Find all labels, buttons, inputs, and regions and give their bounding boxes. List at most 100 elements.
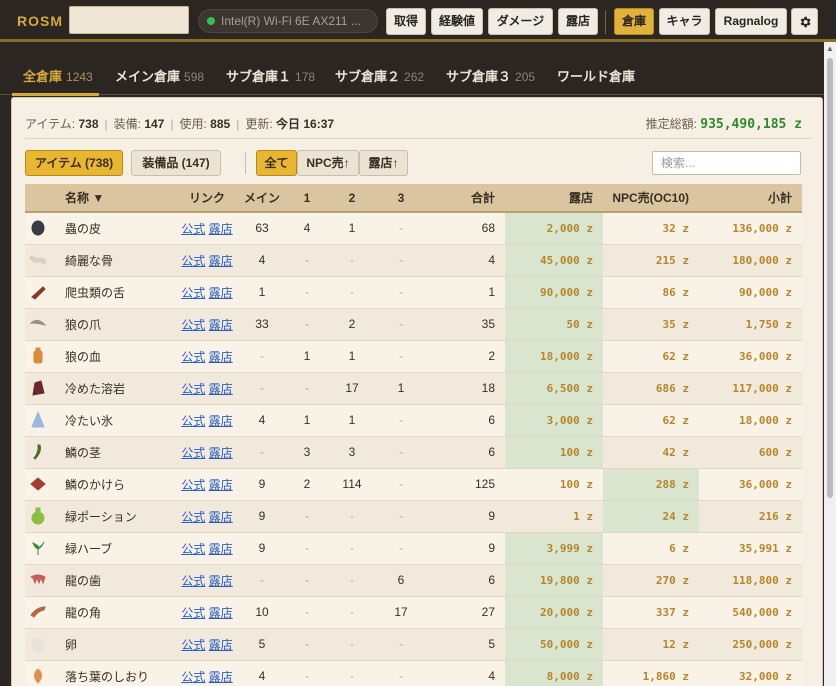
sub1-qty: - — [287, 596, 327, 629]
table-row[interactable]: 龍の角 公式 露店 10- -17 27 20,000 z 337 z 540,000 z — [25, 596, 802, 629]
filter-items-button[interactable]: アイテム (738) — [25, 150, 123, 176]
shop-link[interactable]: 露店 — [209, 382, 233, 396]
tab-sub-storage-2[interactable]: サブ倉庫２ 262 — [335, 66, 424, 85]
table-row[interactable]: 冷めた溶岩 公式 露店 - -17 1 18 6,500 z 686 z 117,000 z — [25, 372, 802, 405]
total-qty: 1 — [425, 276, 505, 309]
equip-count: 147 — [144, 117, 165, 131]
official-link[interactable]: 公式 — [181, 286, 205, 300]
table-row[interactable]: 綺麗な骨 公式 露店 4- - -4 45,000 z 215 z 180,000 z — [25, 244, 802, 277]
tab-all-storage[interactable]: 全倉庫 1243 — [23, 66, 93, 85]
toolbar-shop-button[interactable]: 露店 — [558, 8, 598, 35]
shop-link[interactable]: 露店 — [209, 350, 233, 364]
tab-sub-storage-1[interactable]: サブ倉庫１ 178 — [226, 66, 315, 85]
shop-price: 90,000 z — [505, 276, 603, 309]
shop-link[interactable]: 露店 — [209, 574, 233, 588]
npc-price: 215 z — [603, 244, 699, 277]
settings-button[interactable] — [791, 8, 818, 35]
table-row[interactable]: 爬虫類の舌 公式 露店 1- - -1 90,000 z 86 z 90,000 z — [25, 276, 802, 309]
tab-main-storage[interactable]: メイン倉庫 598 — [115, 66, 204, 85]
header-sub1[interactable]: 1 — [287, 184, 327, 213]
official-link[interactable]: 公式 — [181, 670, 205, 684]
official-link[interactable]: 公式 — [181, 318, 205, 332]
official-link[interactable]: 公式 — [181, 478, 205, 492]
shop-price: 50 z — [505, 308, 603, 341]
network-status[interactable]: Intel(R) Wi-Fi 6E AX211 ... — [198, 9, 378, 33]
official-link[interactable]: 公式 — [181, 350, 205, 364]
shop-link[interactable]: 露店 — [209, 638, 233, 652]
table-row[interactable]: 緑ハーブ 公式 露店 9- - -9 3,999 z6 z 35,991 z — [25, 532, 802, 565]
subtotal: 1,750 z — [699, 308, 802, 341]
shop-link[interactable]: 露店 — [209, 446, 233, 460]
table-row[interactable]: 狼の爪 公式 露店 33-2-35 50 z 35 z 1,750 z — [25, 308, 802, 341]
official-link[interactable]: 公式 — [181, 382, 205, 396]
header-sub2[interactable]: 2 — [327, 184, 377, 213]
official-link[interactable]: 公式 — [181, 606, 205, 620]
scrollbar[interactable]: ▲ — [824, 42, 836, 686]
official-link[interactable]: 公式 — [181, 446, 205, 460]
shop-link[interactable]: 露店 — [209, 670, 233, 684]
official-link[interactable]: 公式 — [181, 222, 205, 236]
shop-link[interactable]: 露店 — [209, 606, 233, 620]
sub3-qty: - — [377, 404, 425, 437]
toolbar-damage-button[interactable]: ダメージ — [488, 8, 553, 35]
toolbar-get-button[interactable]: 取得 — [386, 8, 426, 35]
official-link[interactable]: 公式 — [181, 574, 205, 588]
total-qty: 68 — [425, 212, 505, 245]
sort-npc-button[interactable]: NPC売↑ — [297, 150, 359, 176]
main-qty: 9 — [237, 532, 287, 565]
header-main[interactable]: メイン — [237, 184, 287, 213]
header-total[interactable]: 合計 — [425, 184, 505, 213]
shop-link[interactable]: 露店 — [209, 222, 233, 236]
total-qty: 6 — [425, 436, 505, 469]
total-qty: 4 — [425, 244, 505, 277]
subtotal: 180,000 z — [699, 244, 802, 277]
header-link[interactable]: リンク — [177, 184, 237, 213]
table-row[interactable]: 緑ポーション 公式 露店 9- - -9 1 z 24 z 216 z — [25, 500, 802, 533]
shop-link[interactable]: 露店 — [209, 254, 233, 268]
toolbar-character-button[interactable]: キャラ — [659, 8, 710, 35]
header-shop-price[interactable]: 露店 — [505, 184, 603, 213]
scrollbar-thumb[interactable] — [827, 58, 833, 498]
header-name[interactable]: 名称 ▼ — [51, 184, 177, 213]
official-link[interactable]: 公式 — [181, 542, 205, 556]
table-row[interactable]: 狼の血 公式 露店 -1 1-2 18,000 z 62 z 36,000 z — [25, 340, 802, 373]
filter-all-button[interactable]: 全て — [256, 150, 297, 176]
tab-sub-storage-3[interactable]: サブ倉庫３ 205 — [446, 66, 535, 85]
filter-equipment-button[interactable]: 装備品 (147) — [131, 150, 221, 176]
official-link[interactable]: 公式 — [181, 414, 205, 428]
table-row[interactable]: 蟲の皮 公式 露店 63 4 1-68 2,000 z 32 z 136,000 z — [25, 212, 802, 245]
table-row[interactable]: 龍の歯 公式 露店 - - -6 6 19,800 z 270 z 118,800 z — [25, 564, 802, 597]
table-row[interactable]: 落ち葉のしおり 公式 露店 4- - -4 8,000 z 1,860 z 32,000 z — [25, 660, 802, 686]
header-sub3[interactable]: 3 — [377, 184, 425, 213]
sub2-qty: - — [327, 660, 377, 686]
npc-price: 686 z — [603, 372, 699, 405]
shop-link[interactable]: 露店 — [209, 414, 233, 428]
table-row[interactable]: 鱗の茎 公式 露店 -3 3-6 100 z 42 z 600 z — [25, 436, 802, 469]
sub2-qty: 1 — [327, 212, 377, 245]
tab-world-storage[interactable]: ワールド倉庫 — [557, 66, 639, 85]
shop-link[interactable]: 露店 — [209, 478, 233, 492]
shop-link[interactable]: 露店 — [209, 318, 233, 332]
shop-link[interactable]: 露店 — [209, 286, 233, 300]
sub2-qty: - — [327, 276, 377, 309]
sub3-qty: 17 — [377, 596, 425, 629]
shop-link[interactable]: 露店 — [209, 542, 233, 556]
toolbar-ragnalog-button[interactable]: Ragnalog — [715, 8, 787, 35]
toolbar-exp-button[interactable]: 経験値 — [431, 8, 483, 35]
header-npc-price[interactable]: NPC売(OC10) — [603, 184, 699, 213]
search-input[interactable] — [652, 151, 801, 175]
official-link[interactable]: 公式 — [181, 638, 205, 652]
scroll-up-icon[interactable]: ▲ — [824, 42, 836, 56]
official-link[interactable]: 公式 — [181, 254, 205, 268]
table-row[interactable]: 卵公式 露店 5- - -5 50,000 z 12 z 250,000 z — [25, 628, 802, 661]
table-row[interactable]: 冷たい氷 公式 露店 4 1 1-6 3,000 z 62 z 18,000 z — [25, 404, 802, 437]
sub1-qty: - — [287, 308, 327, 341]
shop-link[interactable]: 露店 — [209, 510, 233, 524]
toolbar-divider — [605, 10, 606, 34]
name-input[interactable] — [69, 6, 189, 34]
header-subtotal[interactable]: 小計 — [699, 184, 802, 213]
official-link[interactable]: 公式 — [181, 510, 205, 524]
toolbar-storage-button[interactable]: 倉庫 — [614, 8, 654, 35]
table-row[interactable]: 鱗のかけら 公式 露店 9 2 114-125 100 z 288 z 36,000 z — [25, 468, 802, 501]
sort-shop-button[interactable]: 露店↑ — [359, 150, 408, 176]
